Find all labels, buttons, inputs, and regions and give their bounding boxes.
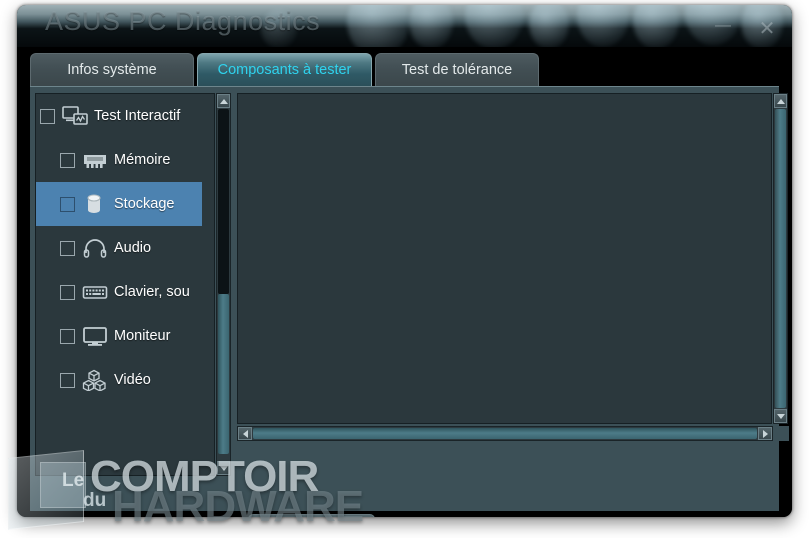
app-body: Infos système Composants à tester Test d… xyxy=(17,47,792,517)
headphones-icon xyxy=(82,237,107,259)
bokeh-decoration xyxy=(633,5,679,47)
tree-item-label: Test Interactif xyxy=(94,108,181,124)
bokeh-decoration xyxy=(409,5,453,47)
bokeh-decoration xyxy=(577,5,629,47)
chevron-up-icon xyxy=(219,98,228,104)
main-vertical-scrollbar[interactable] xyxy=(773,93,788,424)
tree-item-label: Mémoire xyxy=(114,152,171,168)
checkbox-stockage[interactable] xyxy=(60,196,75,212)
checkbox-video[interactable] xyxy=(60,372,75,388)
tree-item-stockage[interactable]: Stockage xyxy=(36,182,202,226)
tree-item-label: Stockage xyxy=(114,196,175,212)
tree-scroll-down-button[interactable] xyxy=(217,461,230,475)
main-scroll-right-button[interactable] xyxy=(758,427,772,440)
bokeh-decoration xyxy=(347,5,409,47)
tree-item-test-interactif[interactable]: Test Interactif xyxy=(36,94,202,138)
tab-label: Composants à tester xyxy=(217,62,352,78)
tab-infos-systeme[interactable]: Infos système xyxy=(30,53,194,86)
main-horizontal-scrollbar[interactable] xyxy=(237,426,773,441)
scrollbar-corner xyxy=(774,426,789,441)
main-horizontal-scroll-thumb[interactable] xyxy=(253,428,757,439)
monitor-icon xyxy=(82,325,107,347)
tree-item-memoire[interactable]: Mémoire xyxy=(36,138,202,182)
tab-test-de-tolerance[interactable]: Test de tolérance xyxy=(375,53,539,86)
minimize-button[interactable]: — xyxy=(710,18,736,34)
tree-item-label: Vidéo xyxy=(114,372,151,388)
component-tree-panel[interactable]: Test Interactif Mémoire Stockage Audio C… xyxy=(35,93,215,476)
start-test-button[interactable]: Démarrer le test xyxy=(248,514,375,517)
component-tree: Test Interactif Mémoire Stockage Audio C… xyxy=(36,94,202,475)
main-vertical-scroll-thumb[interactable] xyxy=(775,109,786,408)
tree-scroll-thumb[interactable] xyxy=(218,294,229,454)
title-bar[interactable]: ASUS PC Diagnostics — ✕ xyxy=(17,5,792,47)
tree-item-audio[interactable]: Audio xyxy=(36,226,202,270)
chevron-down-icon xyxy=(219,465,228,471)
checkbox-clavier-souris[interactable] xyxy=(60,284,75,300)
chevron-down-icon xyxy=(776,413,785,419)
tree-item-moniteur[interactable]: Moniteur xyxy=(36,314,202,358)
window-controls: — ✕ xyxy=(710,18,780,40)
tab-label: Infos système xyxy=(67,62,157,78)
tree-item-label: Clavier, sou xyxy=(114,284,190,300)
checkbox-test-interactif[interactable] xyxy=(40,108,55,124)
bokeh-decoration xyxy=(465,5,523,47)
tab-bar: Infos système Composants à tester Test d… xyxy=(17,53,792,87)
chevron-left-icon xyxy=(242,429,248,438)
keyboard-icon xyxy=(82,281,108,303)
main-scroll-left-button[interactable] xyxy=(238,427,252,440)
chevron-right-icon xyxy=(762,429,768,438)
application-window: ASUS PC Diagnostics — ✕ Infos système Co… xyxy=(17,5,792,517)
memory-ram-icon xyxy=(82,149,106,171)
tree-item-clavier-souris[interactable]: Clavier, sou xyxy=(36,270,202,314)
tree-scroll-up-button[interactable] xyxy=(217,94,230,108)
close-button[interactable]: ✕ xyxy=(754,19,780,39)
test-output-panel[interactable] xyxy=(237,93,772,424)
interactive-test-icon xyxy=(62,105,88,127)
checkbox-audio[interactable] xyxy=(60,240,75,256)
tree-item-video[interactable]: Vidéo xyxy=(36,358,202,402)
main-scroll-up-button[interactable] xyxy=(774,94,787,108)
tree-item-label: Audio xyxy=(114,240,152,256)
chevron-up-icon xyxy=(776,98,785,104)
checkbox-moniteur[interactable] xyxy=(60,328,75,344)
tab-composants-a-tester[interactable]: Composants à tester xyxy=(197,53,372,86)
window-title: ASUS PC Diagnostics xyxy=(45,6,321,36)
video-cubes-icon xyxy=(82,369,106,391)
checkbox-memoire[interactable] xyxy=(60,152,75,168)
tab-label: Test de tolérance xyxy=(401,62,513,78)
tree-vertical-scrollbar[interactable] xyxy=(216,93,231,476)
bokeh-decoration xyxy=(529,5,569,47)
tree-item-label: Moniteur xyxy=(114,328,171,344)
main-scroll-down-button[interactable] xyxy=(774,409,787,423)
storage-disk-icon xyxy=(82,193,106,215)
tree-scroll-track[interactable] xyxy=(218,109,229,294)
content-frame: Test Interactif Mémoire Stockage Audio C… xyxy=(30,86,789,517)
